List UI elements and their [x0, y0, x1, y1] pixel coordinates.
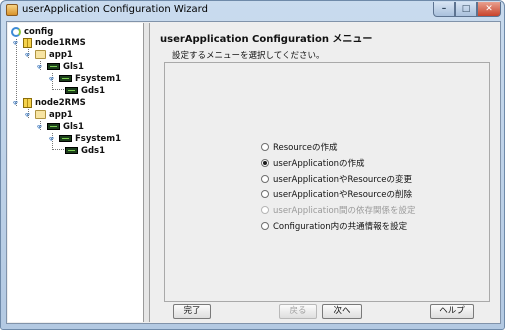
tree-scrollbar[interactable]	[144, 23, 150, 322]
expand-toggle-icon[interactable]: ዋ	[37, 64, 43, 71]
expand-toggle-icon[interactable]: ዋ	[49, 136, 55, 143]
resource-icon	[59, 135, 72, 142]
option-modify-userapplication-resource[interactable]: userApplicationやResourceの変更	[261, 174, 412, 186]
radio-button[interactable]	[261, 142, 269, 151]
radio-button-selected[interactable]	[261, 158, 269, 167]
option-set-dependencies: userApplication間の依存関係を設定	[261, 205, 416, 217]
expand-toggle-icon[interactable]: ዋ	[37, 124, 43, 131]
tree-node-fsystem1[interactable]: Fsystem1	[59, 133, 121, 145]
expand-toggle-icon[interactable]: ዋ	[13, 100, 19, 107]
resource-icon	[47, 123, 60, 130]
node-icon	[23, 97, 32, 108]
folder-icon	[35, 110, 46, 119]
node-icon	[23, 37, 32, 48]
tree-node-app1[interactable]: app1	[35, 109, 73, 121]
resource-icon	[65, 87, 78, 94]
configuration-tree[interactable]: config ዋ node1RMS ዋ app1 ዋ Gls1 ዋ Fsyste…	[8, 23, 144, 322]
option-create-userapplication[interactable]: userApplicationの作成	[261, 158, 365, 170]
panel-instruction: 設定するメニューを選択してください。	[172, 51, 325, 61]
tree-node-node1rms[interactable]: node1RMS	[23, 37, 86, 49]
maximize-button[interactable]: □	[455, 2, 477, 17]
radio-button[interactable]	[261, 189, 269, 198]
expand-toggle-icon[interactable]: ዋ	[25, 52, 31, 59]
wizard-window: userApplication Configuration Wizard – □…	[0, 0, 505, 330]
panel-title: userApplication Configuration メニュー	[160, 34, 373, 45]
expand-toggle-icon[interactable]: ዋ	[49, 76, 55, 83]
option-create-resource[interactable]: Resourceの作成	[261, 142, 337, 154]
help-button[interactable]: ヘルプ	[430, 304, 474, 319]
next-button[interactable]: 次へ	[322, 304, 362, 319]
window-title: userApplication Configuration Wizard	[22, 4, 208, 15]
tree-node-gls1[interactable]: Gls1	[47, 61, 84, 73]
tree-node-gds1[interactable]: Gds1	[65, 85, 105, 97]
expand-toggle-icon[interactable]: ዋ	[13, 40, 19, 47]
resource-icon	[59, 75, 72, 82]
back-button: 戻る	[279, 304, 317, 319]
wizard-body: config ዋ node1RMS ዋ app1 ዋ Gls1 ዋ Fsyste…	[6, 21, 501, 324]
minimize-button[interactable]: –	[433, 2, 455, 17]
option-set-common-info[interactable]: Configuration内の共通情報を設定	[261, 221, 407, 233]
radio-button	[261, 205, 269, 214]
tree-node-node2rms[interactable]: node2RMS	[23, 97, 86, 109]
tree-node-gds1[interactable]: Gds1	[65, 145, 105, 157]
app-icon	[6, 4, 18, 16]
option-delete-userapplication-resource[interactable]: userApplicationやResourceの削除	[261, 189, 412, 201]
config-icon	[11, 26, 21, 37]
finish-button[interactable]: 完了	[173, 304, 211, 319]
close-button[interactable]: ✕	[477, 2, 501, 17]
resource-icon	[47, 63, 60, 70]
folder-icon	[35, 50, 46, 59]
tree-node-gls1[interactable]: Gls1	[47, 121, 84, 133]
tree-node-fsystem1[interactable]: Fsystem1	[59, 73, 121, 85]
title-bar[interactable]: userApplication Configuration Wizard – □…	[1, 1, 504, 20]
tree-node-app1[interactable]: app1	[35, 49, 73, 61]
radio-button[interactable]	[261, 221, 269, 230]
resource-icon	[65, 147, 78, 154]
radio-button[interactable]	[261, 174, 269, 183]
expand-toggle-icon[interactable]: ዋ	[25, 112, 31, 119]
